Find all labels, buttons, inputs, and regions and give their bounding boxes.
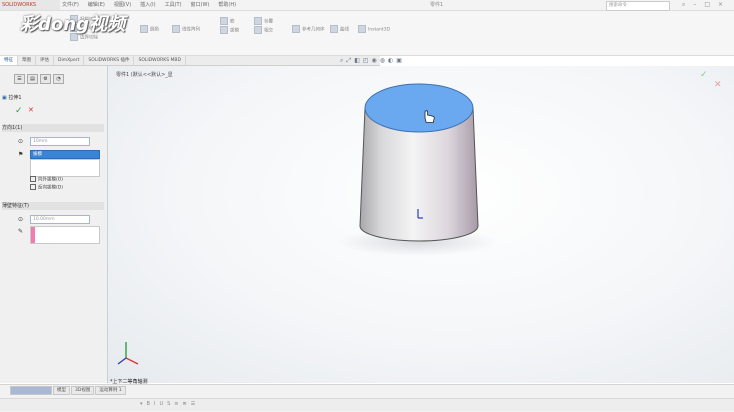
- menu-file[interactable]: 文件(F): [62, 0, 79, 10]
- maximize-icon[interactable]: □: [704, 0, 710, 10]
- ribbon-item-rib[interactable]: 筋: [220, 17, 235, 26]
- graphics-area[interactable]: ✓ ✕: [108, 66, 734, 383]
- window-controls: ⌕ – □ ×: [682, 0, 723, 10]
- align-left-icon[interactable]: ≡: [174, 400, 178, 408]
- ribbon-item-draft[interactable]: 拔模: [220, 26, 239, 35]
- property-manager: ☰ ▤ ⚙ ◔ ▣ 拉伸1 ✓ ✕ 方向1(1) ⊙ 10mm ⚑ 拔模 向外拔…: [0, 66, 108, 383]
- underline-icon[interactable]: U: [159, 400, 163, 408]
- tab-mbd[interactable]: SOLIDWORKS MBD: [134, 56, 186, 65]
- rib-icon: [220, 17, 228, 25]
- property-manager-icon[interactable]: ▤: [27, 74, 38, 84]
- menu-window[interactable]: 窗口(W): [191, 0, 210, 10]
- app-logo[interactable]: SOLIDWORKS: [0, 0, 60, 10]
- scroll-thumb[interactable]: [10, 386, 52, 395]
- fillet-icon: [140, 25, 148, 33]
- tab-features[interactable]: 特征: [0, 56, 18, 65]
- tab-dimxpert[interactable]: DimXpert: [54, 56, 85, 65]
- frustum-top-face[interactable]: [364, 83, 474, 133]
- reject-button[interactable]: ✕: [714, 80, 722, 90]
- ribbon-item-instant3d[interactable]: Instant3D: [358, 25, 390, 34]
- cancel-button[interactable]: ✕: [28, 106, 34, 114]
- ribbon-item-curves[interactable]: 曲线: [330, 25, 349, 34]
- depth-input[interactable]: 10mm: [30, 137, 90, 146]
- curves-icon: [330, 25, 338, 33]
- appearance-icon[interactable]: ◐: [388, 57, 393, 65]
- feature-title: 拉伸1: [8, 95, 22, 101]
- draft-icon: [220, 26, 228, 34]
- depth-icon: ⊙: [18, 138, 24, 145]
- model-tabs: 模型 3D视图 运动算例 1: [10, 386, 127, 395]
- minimize-icon[interactable]: –: [693, 0, 696, 10]
- reverse-draft-checkbox[interactable]: 反向拔模(D): [30, 184, 63, 192]
- menu-insert[interactable]: 插入(I): [140, 0, 155, 10]
- bold-icon[interactable]: B: [147, 400, 150, 408]
- tab-3d-views[interactable]: 3D视图: [71, 386, 95, 395]
- draft-angle-icon: ⚑: [18, 151, 24, 158]
- intersect-icon: [254, 26, 262, 34]
- extrude-icon: ▣: [2, 95, 7, 101]
- feature-header: ▣ 拉伸1: [2, 94, 104, 102]
- thickness-icon: ⊙: [18, 216, 24, 223]
- status-bar: [0, 398, 734, 411]
- menu-view[interactable]: 视图(V): [114, 0, 131, 10]
- draft-angle-input[interactable]: 拔模: [30, 150, 100, 159]
- wrap-icon: [254, 17, 262, 25]
- menu-list: 文件(F) 编辑(E) 视图(V) 插入(I) 工具(T) 窗口(W) 帮助(H…: [62, 0, 236, 10]
- feature-tree-icon[interactable]: ☰: [14, 74, 25, 84]
- menu-help[interactable]: 帮助(H): [218, 0, 236, 10]
- pink-swatch: [31, 227, 35, 243]
- font-size-dropdown-icon[interactable]: ▾: [140, 400, 143, 408]
- search-icon[interactable]: ⌕: [682, 0, 685, 10]
- ribbon-item-wrap[interactable]: 包覆: [254, 17, 273, 26]
- display-style-icon[interactable]: ◉: [372, 57, 377, 65]
- ok-button[interactable]: ✓: [15, 106, 23, 116]
- italic-icon[interactable]: I: [154, 400, 155, 408]
- accept-button[interactable]: ✓: [700, 70, 708, 80]
- heads-up-view-toolbar: ⌕ ⤢ ◧ ◰ ◉ ◍ ◐ ▣: [340, 57, 402, 65]
- appearance-tab-icon[interactable]: ◔: [53, 74, 64, 84]
- scene-icon[interactable]: ▣: [396, 57, 402, 65]
- strikethrough-icon[interactable]: S: [167, 400, 170, 408]
- ribbon-item-linear-pattern[interactable]: 线性阵列: [172, 25, 200, 34]
- align-right-icon[interactable]: ☰: [191, 400, 195, 408]
- menu-edit[interactable]: 编辑(E): [88, 0, 105, 10]
- format-toolbar: ▾ B I U S ≡ ≣ ☰: [140, 400, 195, 408]
- thin-feature-section-header[interactable]: 薄壁特征(T): [2, 202, 104, 210]
- tab-sketch[interactable]: 草图: [18, 56, 36, 65]
- close-icon[interactable]: ×: [718, 0, 723, 10]
- panel-icon-tabs: ☰ ▤ ⚙ ◔: [14, 74, 64, 84]
- search-view-icon[interactable]: ⌕: [340, 57, 343, 65]
- search-input[interactable]: 搜索命令: [606, 1, 670, 11]
- draft-outward-checkbox[interactable]: 向外拔模(O): [30, 176, 63, 184]
- menu-tools[interactable]: 工具(T): [165, 0, 182, 10]
- section-view-icon[interactable]: ◧: [354, 57, 360, 65]
- model-canvas: [117, 83, 498, 365]
- breadcrumb[interactable]: 零件1 (默认<<默认>_显: [116, 72, 173, 78]
- tab-motion-study[interactable]: 运动算例 1: [95, 386, 126, 395]
- command-tabs: 特征 草图 评估 DimXpert SOLIDWORKS 插件 SOLIDWOR…: [0, 56, 380, 66]
- watermark-logo: 彩dong视频: [20, 14, 125, 35]
- tab-evaluate[interactable]: 评估: [36, 56, 54, 65]
- ribbon-item-reference-geometry[interactable]: 参考几何体: [292, 25, 325, 34]
- tab-addins[interactable]: SOLIDWORKS 插件: [84, 56, 135, 65]
- align-center-icon[interactable]: ≣: [183, 400, 187, 408]
- selection-list-box[interactable]: [30, 159, 100, 177]
- view-orientation-icon[interactable]: ◰: [363, 57, 369, 65]
- color-swatch-box[interactable]: [30, 226, 100, 244]
- reference-geometry-icon: [292, 25, 300, 33]
- linear-pattern-icon: [172, 25, 180, 33]
- zoom-fit-icon[interactable]: ⤢: [346, 57, 351, 65]
- triad-axes: [117, 342, 139, 365]
- ribbon-item-fillet[interactable]: 圆角: [140, 25, 159, 34]
- instant3d-icon: [358, 25, 366, 33]
- ribbon-item-intersect[interactable]: 相交: [254, 26, 273, 35]
- document-title: 零件1: [430, 2, 444, 8]
- configuration-icon[interactable]: ⚙: [40, 74, 51, 84]
- tab-model[interactable]: 模型: [53, 386, 70, 395]
- thickness-input[interactable]: 10.00mm: [30, 215, 90, 224]
- direction-section-header[interactable]: 方向1(1): [2, 124, 104, 132]
- hide-show-icon[interactable]: ◍: [380, 57, 385, 65]
- color-icon: ✎: [18, 228, 24, 235]
